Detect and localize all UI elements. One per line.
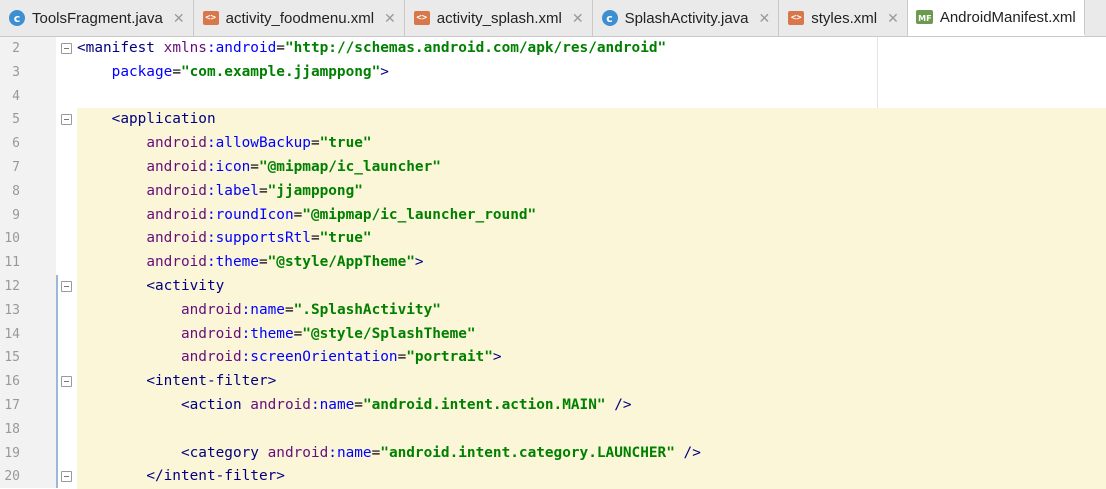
close-icon[interactable]: ✕: [759, 10, 771, 27]
code-lines: 2 <manifest xmlns:android="http://schemas…: [0, 37, 1106, 489]
code-text: android:icon="@mipmap/ic_launcher": [77, 155, 1106, 180]
line-number: 4: [12, 88, 20, 104]
close-icon[interactable]: ✕: [384, 10, 396, 27]
code-text: <manifest xmlns:android="http://schemas.…: [77, 40, 667, 56]
code-line[interactable]: 6 android:allowBackup="true": [0, 132, 1106, 156]
manifest-file-icon: MF: [916, 8, 934, 26]
code-text: android:theme="@style/SplashTheme": [77, 322, 1106, 347]
line-number: 8: [12, 183, 20, 199]
code-line[interactable]: 7 android:icon="@mipmap/ic_launcher": [0, 155, 1106, 180]
tab-label: ToolsFragment.java: [32, 9, 163, 27]
code-text: package="com.example.jjamppong">: [111, 63, 389, 80]
line-number: 15: [4, 350, 20, 366]
line-number: 12: [4, 278, 20, 294]
tab-activity-splash[interactable]: <> activity_splash.xml ✕: [405, 0, 593, 36]
code-text: android:theme="@style/AppTheme">: [77, 251, 1106, 275]
code-text: <application: [77, 108, 1106, 133]
xml-file-icon: <>: [202, 9, 220, 27]
code-line[interactable]: 10 android:supportsRtl="true": [0, 227, 1106, 252]
code-text: [77, 417, 1106, 442]
code-line[interactable]: 16 <intent-filter>: [0, 370, 1106, 394]
close-icon[interactable]: ✕: [887, 10, 899, 27]
java-class-icon: c: [601, 9, 619, 27]
code-text: android:name=".SplashActivity": [77, 298, 1106, 323]
fold-toggle-icon[interactable]: [61, 280, 72, 292]
code-line[interactable]: 18: [0, 417, 1106, 442]
line-number: 3: [12, 64, 20, 80]
line-number: 6: [12, 136, 20, 152]
code-line[interactable]: 2 <manifest xmlns:android="http://schemas…: [0, 37, 1106, 61]
code-line[interactable]: 14 android:theme="@style/SplashTheme": [0, 322, 1106, 347]
fold-toggle-icon[interactable]: [61, 471, 72, 483]
fold-toggle-icon[interactable]: [61, 43, 72, 54]
code-line[interactable]: 5 <application: [0, 108, 1106, 133]
java-class-icon: c: [8, 9, 26, 27]
tab-activity-foodmenu[interactable]: <> activity_foodmenu.xml ✕: [194, 0, 405, 36]
line-number: 16: [4, 374, 20, 390]
xml-file-icon: <>: [413, 9, 431, 27]
code-line[interactable]: 12 <activity: [0, 274, 1106, 299]
line-number: 17: [4, 397, 20, 413]
line-number: 14: [4, 326, 20, 342]
xml-file-icon: <>: [787, 9, 805, 27]
code-text: <category android:name="android.intent.c…: [77, 441, 1106, 466]
line-number: 10: [4, 231, 20, 247]
fold-toggle-icon[interactable]: [61, 114, 72, 126]
line-number: 2: [12, 41, 20, 56]
code-line[interactable]: 8 android:label="jjamppong": [0, 179, 1106, 204]
code-line[interactable]: 11 android:theme="@style/AppTheme">: [0, 251, 1106, 275]
line-number: 13: [4, 302, 20, 318]
tab-styles[interactable]: <> styles.xml ✕: [779, 0, 908, 36]
code-text: android:supportsRtl="true": [77, 227, 1106, 252]
line-number: 18: [4, 421, 20, 437]
code-editor[interactable]: 2 <manifest xmlns:android="http://schemas…: [0, 37, 1106, 489]
code-line[interactable]: 13 android:name=".SplashActivity": [0, 298, 1106, 323]
code-text: <intent-filter>: [77, 370, 1106, 394]
code-line[interactable]: 20 </intent-filter>: [0, 465, 1106, 489]
line-number: 11: [4, 255, 20, 271]
code-text: android:label="jjamppong": [77, 179, 1106, 204]
line-number: 7: [12, 159, 20, 175]
code-text: </intent-filter>: [77, 465, 1106, 489]
line-number: 19: [4, 445, 20, 461]
code-line[interactable]: 15 android:screenOrientation="portrait">: [0, 346, 1106, 371]
fold-toggle-icon[interactable]: [61, 376, 72, 388]
code-text: <activity: [77, 274, 1106, 299]
line-number: 20: [4, 469, 20, 485]
code-line[interactable]: 19 <category android:name="android.inten…: [0, 441, 1106, 466]
close-icon[interactable]: ✕: [173, 10, 185, 27]
code-line[interactable]: 9 android:roundIcon="@mipmap/ic_launcher…: [0, 203, 1106, 228]
line-number: 5: [12, 112, 20, 128]
code-text: <action android:name="android.intent.act…: [77, 393, 1106, 418]
editor-tab-bar: c ToolsFragment.java ✕ <> activity_foodm…: [0, 0, 1106, 37]
tab-label: styles.xml: [811, 9, 878, 27]
close-icon[interactable]: ✕: [572, 10, 584, 27]
line-number: 9: [12, 207, 20, 223]
code-text: android:screenOrientation="portrait">: [77, 346, 1106, 371]
tab-label: activity_splash.xml: [436, 9, 562, 27]
code-line[interactable]: 3 package="com.example.jjamppong">: [0, 61, 1106, 85]
code-text: android:roundIcon="@mipmap/ic_launcher_r…: [77, 203, 1106, 228]
code-line[interactable]: 4: [0, 85, 1106, 109]
code-line[interactable]: 17 <action android:name="android.intent.…: [0, 393, 1106, 418]
code-text: android:allowBackup="true": [77, 132, 1106, 156]
tab-splash-activity[interactable]: c SplashActivity.java ✕: [593, 0, 780, 36]
tab-label: SplashActivity.java: [624, 9, 749, 27]
tab-label: activity_foodmenu.xml: [225, 9, 375, 27]
tab-android-manifest[interactable]: MF AndroidManifest.xml: [907, 0, 1085, 36]
tab-tools-fragment[interactable]: c ToolsFragment.java ✕: [0, 0, 194, 36]
tab-label: AndroidManifest.xml: [939, 8, 1076, 26]
